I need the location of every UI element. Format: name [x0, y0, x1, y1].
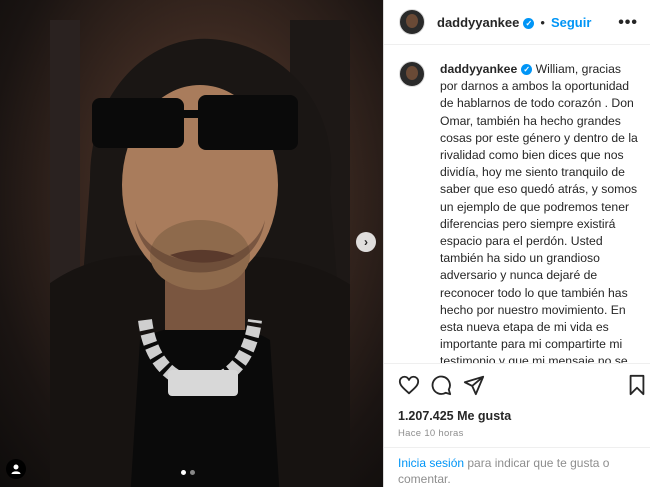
login-link[interactable]: Inicia sesión — [398, 456, 464, 470]
avatar[interactable] — [399, 9, 425, 35]
divider — [384, 447, 650, 448]
caption-area: daddyyankee ✓ William, gracias por darnos… — [384, 45, 650, 363]
bookmark-icon[interactable] — [626, 374, 648, 396]
tagged-user-button[interactable] — [6, 459, 26, 479]
carousel-dot — [190, 470, 195, 475]
user-icon — [11, 464, 21, 474]
carousel-indicator — [181, 470, 195, 475]
comment-icon[interactable] — [430, 374, 452, 396]
username-link[interactable]: daddyyankee ✓ — [437, 14, 535, 30]
caption-text: William, gracias por darnos a ambos la o… — [440, 62, 638, 363]
likes-count[interactable]: 1.207.425 Me gusta — [398, 409, 511, 423]
caption: daddyyankee ✓ William, gracias por darnos… — [440, 61, 640, 363]
caption-username-text: daddyyankee — [440, 62, 518, 76]
post-sidebar: daddyyankee ✓ • Seguir ••• daddyyankee ✓ W… — [384, 0, 650, 487]
carousel-dot — [181, 470, 186, 475]
verified-badge-icon: ✓ — [521, 64, 533, 75]
post-header: daddyyankee ✓ • Seguir ••• — [384, 0, 650, 45]
chevron-right-icon: › — [364, 235, 368, 249]
post-media: › — [0, 0, 383, 487]
follow-button[interactable]: Seguir — [551, 15, 591, 30]
post-photo — [0, 0, 383, 487]
login-prompt: Inicia sesión para indicar que te gusta … — [398, 455, 638, 487]
username-text: daddyyankee — [437, 14, 520, 30]
more-options-icon[interactable]: ••• — [618, 14, 638, 32]
avatar[interactable] — [399, 61, 425, 87]
portrait-illustration — [50, 20, 350, 487]
heart-icon[interactable] — [398, 374, 420, 396]
action-bar — [384, 366, 650, 406]
verified-badge-icon: ✓ — [523, 17, 535, 29]
divider — [384, 363, 650, 364]
carousel-next-button[interactable]: › — [356, 232, 376, 252]
share-icon[interactable] — [463, 374, 485, 396]
post-timestamp[interactable]: Hace 10 horas — [398, 428, 464, 439]
caption-username-link[interactable]: daddyyankee ✓ — [440, 62, 533, 76]
separator-dot: • — [540, 14, 545, 30]
